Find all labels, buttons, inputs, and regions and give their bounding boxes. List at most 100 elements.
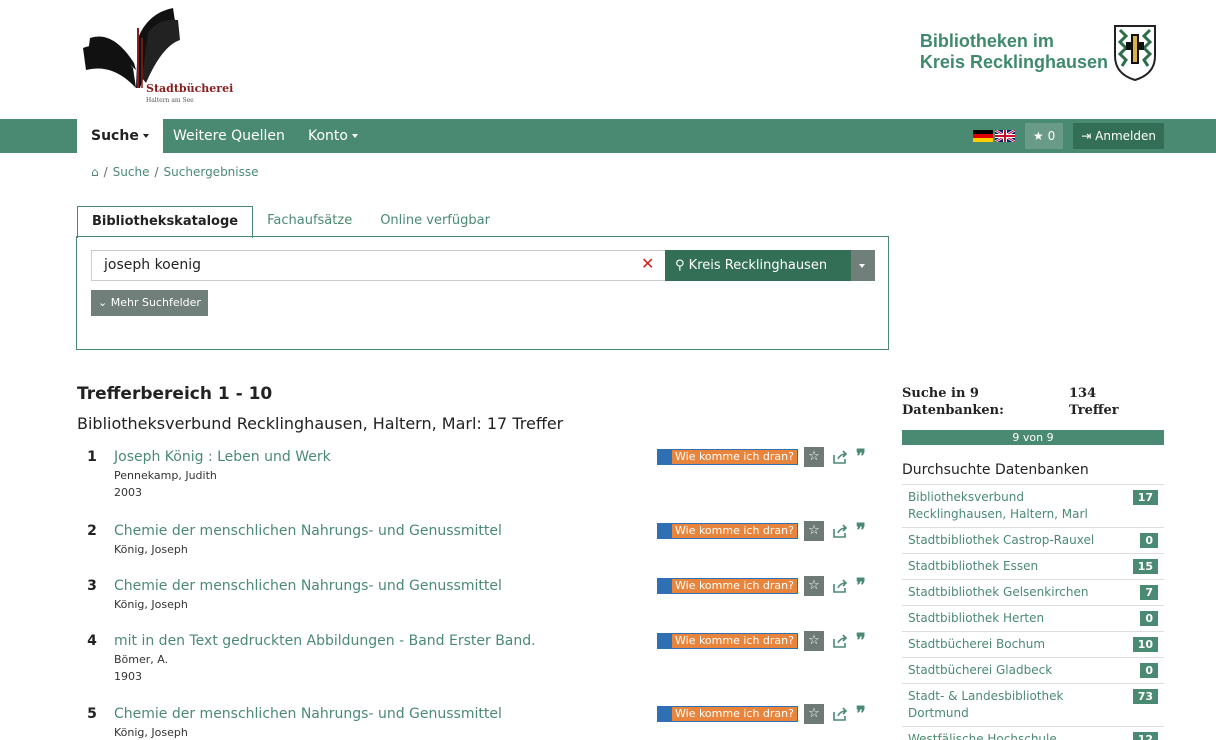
progress-text: 9 von 9 bbox=[1012, 431, 1054, 444]
caret-down-icon bbox=[351, 134, 358, 138]
book-logo-icon bbox=[83, 8, 180, 88]
tab-library-catalogs[interactable]: Bibliothekskataloge bbox=[77, 206, 254, 238]
favorite-star-icon[interactable]: ☆ bbox=[804, 704, 824, 724]
hits-label: Treffer bbox=[1069, 403, 1119, 418]
brand-text: Bibliotheken im Kreis Recklinghausen bbox=[920, 31, 1108, 73]
nav-account[interactable]: Konto bbox=[308, 119, 358, 153]
database-item[interactable]: Bibliotheksverbund Recklinghausen, Halte… bbox=[902, 485, 1164, 528]
nav-search-label: Suche bbox=[91, 128, 139, 144]
database-item[interactable]: Westfälische Hochschule 12 bbox=[902, 727, 1164, 740]
databases-label: Datenbanken: bbox=[902, 403, 1004, 418]
database-name: Stadtbibliothek Herten bbox=[908, 611, 1045, 625]
result-author: König, Joseph bbox=[114, 726, 188, 739]
database-count-badge: 15 bbox=[1132, 559, 1158, 574]
database-count-badge: 12 bbox=[1132, 732, 1158, 740]
database-list: Bibliotheksverbund Recklinghausen, Halte… bbox=[902, 484, 1164, 740]
caret-down-icon bbox=[142, 134, 149, 138]
database-item[interactable]: Stadtbibliothek Castrop-Rauxel 0 bbox=[902, 528, 1164, 554]
search-icon: ⚲ bbox=[675, 258, 685, 273]
get-item-label: Wie komme ich dran? bbox=[675, 524, 794, 537]
get-item-button[interactable]: Wie komme ich dran? bbox=[657, 449, 798, 465]
result-author: König, Joseph bbox=[114, 543, 188, 556]
searched-databases-heading: Durchsuchte Datenbanken bbox=[902, 462, 1089, 478]
document-icon bbox=[658, 634, 672, 648]
favorite-star-icon[interactable]: ☆ bbox=[804, 576, 824, 596]
cite-quote-icon[interactable]: ❞ bbox=[856, 705, 866, 723]
database-name: Westfälische Hochschule bbox=[908, 732, 1057, 740]
database-item[interactable]: Stadt- & Landesbibliothek Dortmund 73 bbox=[902, 684, 1164, 727]
favorite-star-icon[interactable]: ☆ bbox=[804, 631, 824, 651]
result-title[interactable]: Chemie der menschlichen Nahrungs- und Ge… bbox=[114, 523, 502, 539]
brand-link[interactable]: Bibliotheken im Kreis Recklinghausen bbox=[920, 22, 1158, 82]
share-icon[interactable] bbox=[832, 524, 848, 538]
library-logo[interactable]: Stadtbücherei Haltern am See bbox=[78, 8, 233, 108]
favorite-star-icon[interactable]: ☆ bbox=[804, 521, 824, 541]
cite-quote-icon[interactable]: ❞ bbox=[856, 632, 866, 650]
german-flag-icon[interactable] bbox=[973, 130, 994, 142]
share-icon[interactable] bbox=[832, 579, 848, 593]
search-button[interactable]: ⚲ Kreis Recklinghausen bbox=[665, 250, 851, 281]
result-actions: Wie komme ich dran? ☆ ❞ bbox=[657, 631, 866, 651]
share-icon[interactable] bbox=[832, 707, 848, 721]
sidebar-search-in: Suche in 9 Datenbanken: bbox=[902, 385, 1004, 419]
breadcrumb-results[interactable]: Suchergebnisse bbox=[164, 165, 259, 179]
database-name: Bibliotheksverbund Recklinghausen, Halte… bbox=[908, 490, 1088, 521]
result-title[interactable]: Chemie der menschlichen Nahrungs- und Ge… bbox=[114, 578, 502, 594]
login-button[interactable]: ⇥ Anmelden bbox=[1073, 123, 1164, 149]
home-icon[interactable]: ⌂ bbox=[91, 165, 99, 179]
result-author: König, Joseph bbox=[114, 598, 188, 611]
star-icon: ★ bbox=[1033, 129, 1044, 143]
database-item[interactable]: Stadtbibliothek Herten 0 bbox=[902, 606, 1164, 632]
cite-quote-icon[interactable]: ❞ bbox=[856, 522, 866, 540]
result-title[interactable]: mit in den Text gedruckten Abbildungen -… bbox=[114, 633, 536, 649]
share-icon[interactable] bbox=[832, 450, 848, 464]
document-icon bbox=[658, 450, 672, 464]
coat-of-arms-icon bbox=[1114, 25, 1156, 82]
get-item-label: Wie komme ich dran? bbox=[675, 634, 794, 647]
database-item[interactable]: Stadtbibliothek Gelsenkirchen 7 bbox=[902, 580, 1164, 606]
nav-search[interactable]: Suche bbox=[77, 119, 163, 153]
main-navbar: Suche Weitere Quellen Konto ★ 0 ⇥ Anmeld… bbox=[0, 119, 1216, 153]
breadcrumb: ⌂ / Suche / Suchergebnisse bbox=[91, 165, 259, 179]
get-item-label: Wie komme ich dran? bbox=[675, 579, 794, 592]
results-heading: Trefferbereich 1 - 10 bbox=[77, 384, 273, 404]
get-item-button[interactable]: Wie komme ich dran? bbox=[657, 706, 798, 722]
cite-quote-icon[interactable]: ❞ bbox=[856, 577, 866, 595]
database-count-badge: 17 bbox=[1132, 490, 1158, 505]
database-item[interactable]: Stadtbibliothek Essen 15 bbox=[902, 554, 1164, 580]
favorites-button[interactable]: ★ 0 bbox=[1025, 123, 1064, 149]
breadcrumb-search[interactable]: Suche bbox=[113, 165, 150, 179]
cite-quote-icon[interactable]: ❞ bbox=[856, 448, 866, 466]
logo-caption: Stadtbücherei bbox=[146, 82, 234, 95]
search-in-text: Suche in 9 bbox=[902, 386, 979, 401]
nav-more-sources[interactable]: Weitere Quellen bbox=[173, 119, 285, 153]
database-item[interactable]: Stadtbücherei Gladbeck 0 bbox=[902, 658, 1164, 684]
result-title[interactable]: Chemie der menschlichen Nahrungs- und Ge… bbox=[114, 706, 502, 722]
tab-articles[interactable]: Fachaufsätze bbox=[253, 206, 366, 237]
results-source-summary: Bibliotheksverbund Recklinghausen, Halte… bbox=[77, 414, 564, 433]
get-item-label: Wie komme ich dran? bbox=[675, 707, 794, 720]
get-item-button[interactable]: Wie komme ich dran? bbox=[657, 633, 798, 649]
get-item-button[interactable]: Wie komme ich dran? bbox=[657, 523, 798, 539]
uk-flag-icon[interactable] bbox=[995, 130, 1016, 142]
share-icon[interactable] bbox=[832, 634, 848, 648]
more-fields-button[interactable]: ⌄ Mehr Suchfelder bbox=[91, 290, 208, 316]
result-title[interactable]: Joseph König : Leben und Werk bbox=[114, 449, 331, 465]
tab-online[interactable]: Online verfügbar bbox=[366, 206, 504, 237]
logo-subcaption: Haltern am See bbox=[146, 97, 194, 104]
document-icon bbox=[658, 579, 672, 593]
result-number: 5 bbox=[87, 706, 97, 722]
get-item-button[interactable]: Wie komme ich dran? bbox=[657, 578, 798, 594]
database-name: Stadtbücherei Gladbeck bbox=[908, 663, 1053, 677]
search-panel: joseph koenig ✕ ⚲ Kreis Recklinghausen ⌄… bbox=[76, 236, 889, 350]
search-tabs: Bibliothekskataloge Fachaufsätze Online … bbox=[77, 206, 504, 238]
database-count-badge: 7 bbox=[1140, 585, 1158, 600]
result-author: Bömer, A. bbox=[114, 653, 169, 666]
search-input[interactable]: joseph koenig bbox=[91, 250, 666, 281]
chevron-down-icon: ⌄ bbox=[98, 296, 108, 309]
more-fields-label: Mehr Suchfelder bbox=[110, 296, 201, 309]
search-scope-dropdown[interactable] bbox=[851, 250, 875, 281]
database-item[interactable]: Stadtbücherei Bochum 10 bbox=[902, 632, 1164, 658]
favorite-star-icon[interactable]: ☆ bbox=[804, 447, 824, 467]
clear-search-icon[interactable]: ✕ bbox=[641, 254, 654, 273]
